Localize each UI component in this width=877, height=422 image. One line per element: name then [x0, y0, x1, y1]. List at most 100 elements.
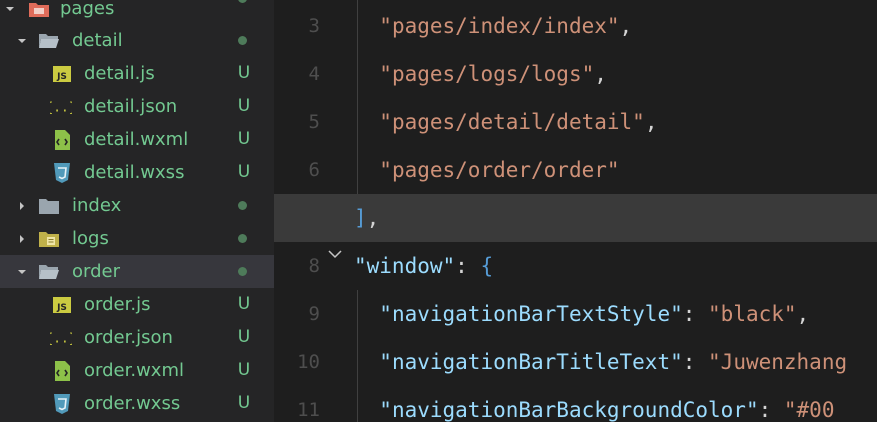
- git-status-badge: U: [237, 162, 251, 182]
- tree-item-label: logs: [72, 228, 109, 249]
- line-number: 8: [308, 255, 320, 277]
- punctuation-token: ,: [644, 110, 658, 134]
- code-editor[interactable]: 3 4 5 6 7 8 9 10 11 "pages/index/index",…: [274, 0, 877, 422]
- line-number: 10: [297, 351, 320, 373]
- chevron-down-icon[interactable]: [3, 2, 17, 16]
- explorer-sidebar: pages detail JS detail.js U {..} detail.…: [0, 0, 274, 422]
- modified-dot: [238, 0, 247, 3]
- tree-item-label: detail.wxml: [84, 129, 189, 150]
- punctuation-token: :: [682, 350, 709, 374]
- svg-text:{..}: {..}: [50, 331, 72, 346]
- folder-open-icon: [38, 261, 60, 283]
- code-line: "pages/index/index",: [354, 2, 877, 50]
- svg-text:JS: JS: [56, 303, 67, 313]
- string-token: "Juwenzhang: [708, 350, 848, 374]
- tree-item-pages[interactable]: pages: [0, 0, 274, 25]
- tree-item-detail-js[interactable]: JS detail.js U: [0, 57, 274, 90]
- code-line: "window": {: [354, 242, 877, 290]
- chevron-down-icon[interactable]: [15, 34, 29, 48]
- code-line: "navigationBarBackgroundColor": "#00: [354, 386, 877, 422]
- tree-item-detail-json[interactable]: {..} detail.json U: [0, 90, 274, 123]
- tree-item-order-json[interactable]: {..} order.json U: [0, 321, 274, 354]
- string-token: "black": [708, 302, 797, 326]
- string-token: "pages/index/index": [379, 14, 620, 38]
- string-token: "pages/detail/detail": [379, 110, 645, 134]
- js-file-icon: JS: [51, 294, 73, 316]
- tree-item-label: order.json: [84, 327, 173, 348]
- tree-item-order-wxss[interactable]: order.wxss U: [0, 387, 274, 420]
- css-file-icon: [51, 162, 73, 184]
- css-file-icon: [51, 393, 73, 415]
- modified-dot: [238, 267, 247, 276]
- js-file-icon: JS: [51, 63, 73, 85]
- svg-text:JS: JS: [56, 72, 67, 82]
- line-number: 9: [308, 303, 320, 325]
- tree-item-label: order.wxml: [84, 360, 184, 381]
- punctuation-token: ,: [619, 14, 633, 38]
- git-status-badge: U: [237, 294, 251, 314]
- key-token: "navigationBarTextStyle": [379, 302, 683, 326]
- key-token: "window": [354, 254, 456, 278]
- tree-item-label: detail.js: [84, 63, 155, 84]
- line-number: 3: [308, 15, 320, 37]
- string-token: "pages/logs/logs": [379, 62, 595, 86]
- wxml-file-icon: [51, 360, 73, 382]
- fold-chevron-icon[interactable]: [327, 246, 343, 262]
- key-token: "navigationBarBackgroundColor": [379, 398, 759, 422]
- tree-item-order-wxml[interactable]: order.wxml U: [0, 354, 274, 387]
- git-status-badge: U: [237, 63, 251, 83]
- code-line: "pages/order/order": [354, 146, 877, 194]
- code-line: "pages/detail/detail",: [354, 98, 877, 146]
- tree-item-detail-wxss[interactable]: detail.wxss U: [0, 156, 274, 189]
- wxml-file-icon: [51, 129, 73, 151]
- code-line: "pages/logs/logs",: [354, 50, 877, 98]
- git-status-badge: U: [237, 96, 251, 116]
- bracket-token: ]: [354, 206, 367, 230]
- punctuation-token: :: [455, 254, 481, 278]
- tree-item-label: index: [72, 195, 122, 216]
- modified-dot: [238, 201, 247, 210]
- chevron-down-icon[interactable]: [15, 265, 29, 279]
- chevron-right-icon[interactable]: [15, 232, 29, 246]
- git-status-badge: U: [237, 360, 251, 380]
- bracket-token: {: [480, 254, 494, 278]
- tree-item-label: pages: [60, 0, 115, 19]
- tree-item-label: order: [72, 261, 120, 282]
- key-token: "navigationBarTitleText": [379, 350, 683, 374]
- punctuation-token: :: [682, 302, 709, 326]
- modified-dot: [238, 234, 247, 243]
- git-status-badge: U: [237, 327, 251, 347]
- pages-folder-icon: [28, 0, 50, 20]
- logs-folder-icon: [38, 228, 60, 250]
- tree-item-order-js[interactable]: JS order.js U: [0, 288, 274, 321]
- code-area[interactable]: "pages/index/index", "pages/logs/logs", …: [274, 0, 877, 422]
- chevron-right-icon[interactable]: [15, 199, 29, 213]
- line-number: 6: [308, 159, 320, 181]
- tree-item-logs[interactable]: logs: [0, 222, 274, 255]
- punctuation-token: ,: [366, 206, 380, 230]
- tree-item-detail-wxml[interactable]: detail.wxml U: [0, 123, 274, 156]
- tree-item-label: detail.wxss: [84, 162, 185, 183]
- string-token: "pages/order/order": [379, 158, 620, 182]
- git-status-badge: U: [237, 129, 251, 149]
- git-status-badge: U: [237, 393, 251, 413]
- tree-item-index[interactable]: index: [0, 189, 274, 222]
- line-number: 11: [297, 399, 320, 421]
- punctuation-token: :: [758, 398, 784, 422]
- tree-item-label: detail.json: [84, 96, 178, 117]
- code-line: "navigationBarTextStyle": "black",: [354, 290, 877, 338]
- code-line-current: ],: [274, 194, 877, 242]
- tree-item-label: order.js: [84, 294, 151, 315]
- tree-item-detail[interactable]: detail: [0, 24, 274, 57]
- folder-open-icon: [38, 30, 60, 52]
- tree-item-order[interactable]: order: [0, 255, 274, 288]
- svg-text:{..}: {..}: [50, 100, 72, 115]
- line-number: 4: [308, 63, 320, 85]
- folder-icon: [38, 195, 60, 217]
- tree-item-label: detail: [72, 30, 123, 51]
- punctuation-token: ,: [796, 302, 810, 326]
- tree-item-label: order.wxss: [84, 393, 181, 414]
- json-file-icon: {..}: [50, 327, 72, 349]
- code-line: "navigationBarTitleText": "Juwenzhang: [354, 338, 877, 386]
- json-file-icon: {..}: [50, 96, 72, 118]
